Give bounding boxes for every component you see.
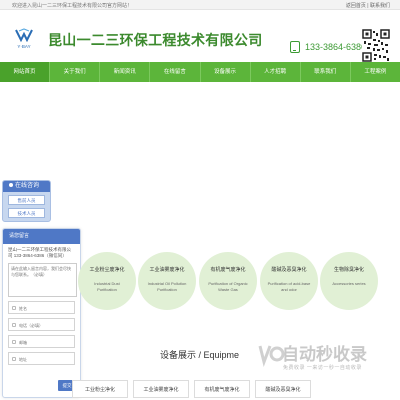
top-strip: 欢迎进入昆山一二三环保工程技术有限公司官方网站！ 返回首页 | 联系我们	[0, 0, 400, 10]
equipment-tab-oil-mist[interactable]: 工业油雾废净化	[133, 380, 189, 398]
service-subtitle: Industrial Dust Purification	[94, 281, 120, 292]
user-icon	[12, 306, 16, 310]
equipment-tab-organic-gas[interactable]: 有机废气废净化	[194, 380, 250, 398]
service-title: 工业粉尘废净化	[89, 267, 125, 273]
watermark-slogan: 免费收录 一来访一秒一自动收录	[283, 365, 362, 371]
service-subtitle: Accessories series	[332, 281, 366, 286]
service-circle-organic-gas[interactable]: 有机废气废净化 Purification of Organic Waste Ga…	[199, 252, 257, 310]
tech-support-button[interactable]: 技术人员	[8, 208, 45, 218]
nav-item-contact[interactable]: 联系我们	[301, 62, 351, 82]
chat-icon	[9, 183, 13, 188]
equipment-tab-acid-odor[interactable]: 酸碱及恶臭净化	[255, 380, 311, 398]
company-name: 昆山一二三环保工程技术有限公司	[48, 32, 263, 48]
nav-item-home[interactable]: 网站首页	[0, 62, 51, 82]
message-panel-company: 昆山一二三环保工程技术有限公司 133-3864-6386（微信同）	[8, 247, 71, 258]
service-subtitle: Purification of Organic Waste Gas	[208, 281, 248, 292]
email-input[interactable]	[19, 338, 74, 346]
nav-item-jobs[interactable]: 人才招聘	[251, 62, 301, 82]
equipment-tab-dust[interactable]: 工业粉尘净化	[72, 380, 128, 398]
phone-input[interactable]	[19, 321, 74, 329]
logo-text: Y·BAY	[17, 44, 31, 49]
presales-button[interactable]: 售前人员	[8, 195, 45, 205]
service-title: 有机废气废净化	[210, 267, 246, 273]
online-service-widget: 在线咨询 售前人员 技术人员	[2, 180, 51, 222]
service-circle-bio-deodor[interactable]: 生物除臭净化 Accessories series	[320, 252, 378, 310]
message-panel: 请您留言 昆山一二三环保工程技术有限公司 133-3864-6386（微信同） …	[2, 228, 81, 398]
phone-icon	[290, 41, 300, 53]
location-icon	[12, 357, 16, 361]
phone-small-icon	[12, 323, 16, 327]
service-title: 工业油雾废净化	[149, 267, 185, 273]
service-circle-acid-odor[interactable]: 酸碱及恶臭净化 Purification of acid-base and od…	[260, 252, 318, 310]
phone-field[interactable]	[8, 318, 75, 331]
watermark-brand: 自动秒收录	[282, 345, 367, 364]
nav-item-news[interactable]: 新闻资讯	[100, 62, 151, 82]
nav-item-message[interactable]: 在线留言	[150, 62, 201, 82]
qr-code-icon	[362, 29, 390, 62]
nav-item-about[interactable]: 关于我们	[50, 62, 101, 82]
online-service-title: 在线咨询	[15, 183, 40, 189]
nav-item-cases[interactable]: 工程案例	[351, 62, 400, 82]
message-textarea[interactable]	[8, 263, 77, 297]
banner-area	[0, 82, 400, 179]
name-input[interactable]	[19, 304, 74, 312]
service-title: 生物除臭净化	[333, 267, 364, 273]
company-logo[interactable]: Y·BAY	[12, 27, 36, 53]
email-field[interactable]	[8, 335, 75, 348]
main-nav: 网站首页 关于我们 新闻资讯 在线留言 设备展示 人才招聘 联系我们 工程案例	[0, 62, 400, 82]
online-service-header: 在线咨询	[3, 181, 50, 192]
service-circle-oil-mist[interactable]: 工业油雾废净化 Industrial Oil Pollution Purific…	[138, 252, 196, 310]
address-input[interactable]	[19, 355, 74, 363]
welcome-text: 欢迎进入昆山一二三环保工程技术有限公司官方网站！	[12, 3, 133, 9]
nav-item-equipment[interactable]: 设备展示	[201, 62, 251, 82]
phone-number: 133-3864-6386	[305, 42, 367, 52]
message-panel-title: 请您留言	[3, 229, 80, 244]
equipment-section-title: 设备展示 / Equipme	[160, 350, 240, 360]
service-subtitle: Purification of acid-base and odor	[267, 281, 311, 292]
name-field[interactable]	[8, 301, 75, 314]
service-title: 酸碱及恶臭净化	[271, 267, 307, 273]
mail-icon	[12, 340, 16, 344]
top-links[interactable]: 返回首页 | 联系我们	[346, 2, 390, 9]
address-field[interactable]	[8, 352, 75, 365]
header: Y·BAY 昆山一二三环保工程技术有限公司 133-3864-6386	[0, 10, 400, 62]
logo-icon	[15, 28, 33, 42]
service-circle-dust[interactable]: 工业粉尘废净化 Industrial Dust Purification	[78, 252, 136, 310]
service-subtitle: Industrial Oil Pollution Purification	[147, 281, 187, 292]
